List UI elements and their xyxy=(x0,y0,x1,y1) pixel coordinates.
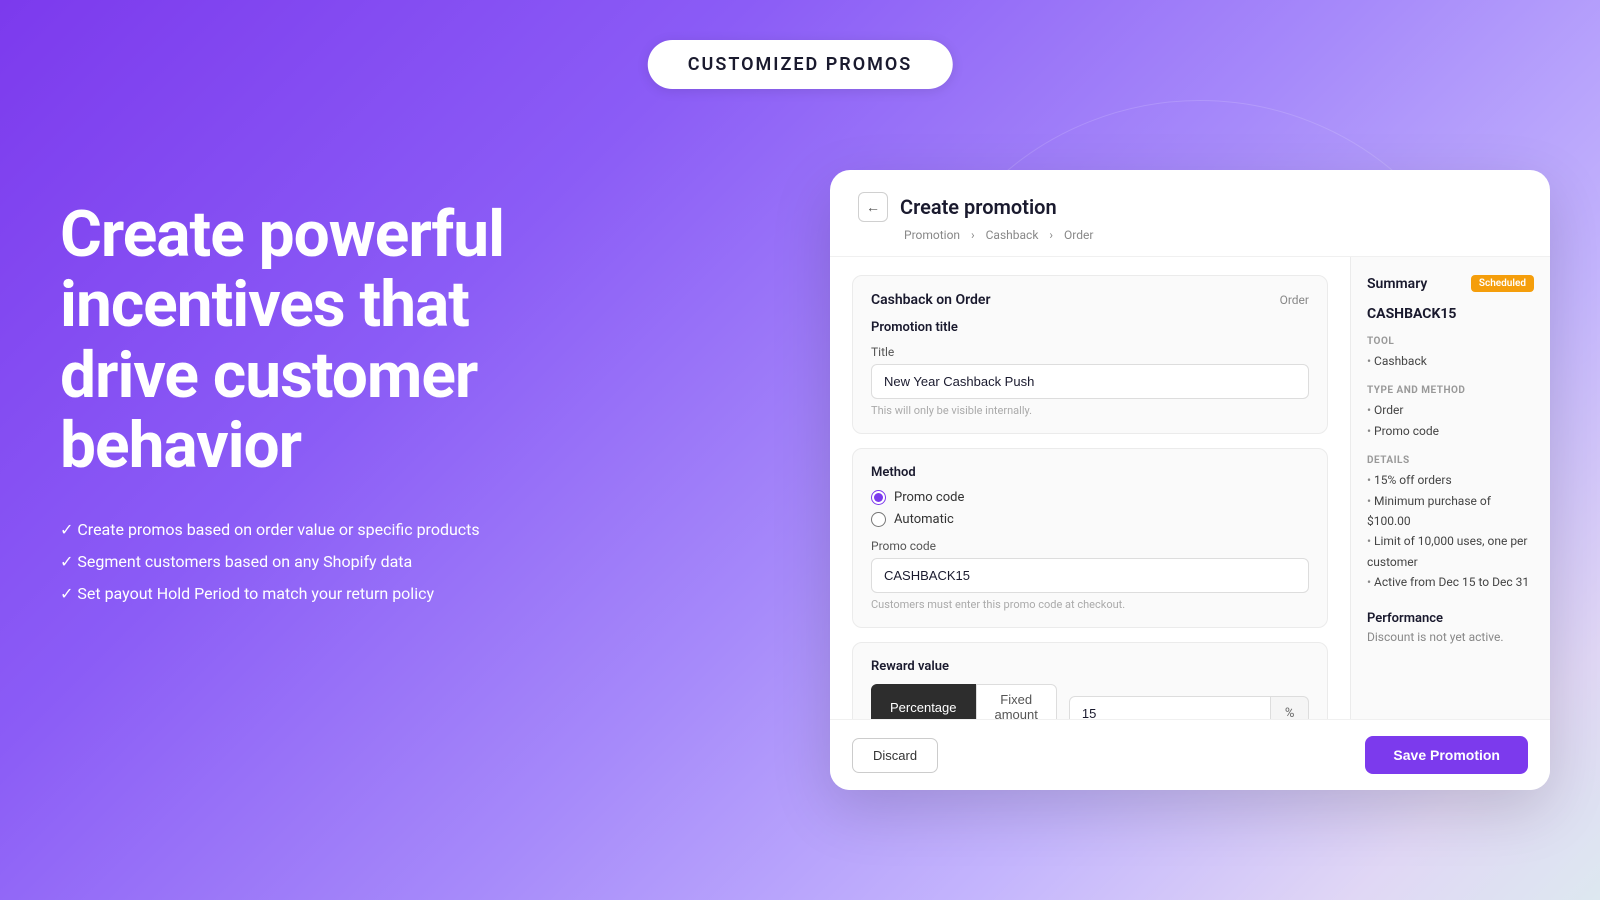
promo-code-label: Promo code xyxy=(871,539,1309,553)
summary-type-method-block: TYPE AND METHOD Order Promo code xyxy=(1367,385,1534,441)
performance-text: Discount is not yet active. xyxy=(1367,630,1534,644)
radio-promo-code[interactable]: Promo code xyxy=(871,490,1309,505)
hero-bullet-3: Set payout Hold Period to match your ret… xyxy=(60,578,620,610)
cashback-section-title: Cashback on Order xyxy=(871,292,991,308)
form-area: Cashback on Order Order Promotion title … xyxy=(830,257,1350,719)
summary-type-item-1: Promo code xyxy=(1367,421,1534,441)
summary-type-method-label: TYPE AND METHOD xyxy=(1367,385,1534,396)
reward-toggle-group: Percentage Fixed amount xyxy=(871,684,1057,719)
promo-code-input[interactable] xyxy=(871,558,1309,593)
promo-code-hint: Customers must enter this promo code at … xyxy=(871,598,1309,611)
card-title: Create promotion xyxy=(900,195,1057,219)
fixed-amount-toggle[interactable]: Fixed amount xyxy=(976,684,1057,719)
value-input-wrapper: % xyxy=(1069,696,1310,720)
breadcrumb-sep-1: › xyxy=(1049,228,1056,242)
hero-heading: Create powerful incentives that drive cu… xyxy=(60,200,620,482)
summary-type-item-0: Order xyxy=(1367,400,1534,420)
breadcrumb-item-1: Cashback xyxy=(986,228,1039,242)
radio-promo-code-input[interactable] xyxy=(871,490,886,505)
summary-details-item-1: Minimum purchase of $100.00 xyxy=(1367,491,1534,532)
radio-automatic-input[interactable] xyxy=(871,512,886,527)
hero-bullet-2: Segment customers based on any Shopify d… xyxy=(60,546,620,578)
radio-automatic-label: Automatic xyxy=(894,512,954,527)
back-icon: ← xyxy=(866,199,880,215)
method-section: Method Promo code Automatic Promo code C… xyxy=(852,448,1328,628)
promotion-title-label: Promotion title xyxy=(871,320,1309,335)
cashback-section: Cashback on Order Order Promotion title … xyxy=(852,275,1328,434)
top-badge: CUSTOMIZED PROMOS xyxy=(648,40,953,89)
title-input[interactable] xyxy=(871,364,1309,399)
breadcrumb-item-0: Promotion xyxy=(904,228,960,242)
radio-promo-code-label: Promo code xyxy=(894,490,964,505)
breadcrumb-item-2: Order xyxy=(1064,228,1093,242)
reward-section-title: Reward value xyxy=(871,659,1309,674)
method-section-title: Method xyxy=(871,465,1309,480)
performance-title: Performance xyxy=(1367,611,1534,626)
back-button[interactable]: ← xyxy=(858,192,888,222)
cashback-section-badge: Order xyxy=(1280,293,1309,307)
percentage-toggle[interactable]: Percentage xyxy=(871,684,976,719)
radio-automatic[interactable]: Automatic xyxy=(871,512,1309,527)
summary-tool-label: TOOL xyxy=(1367,336,1534,347)
hero-bullet-1: Create promos based on order value or sp… xyxy=(60,514,620,546)
summary-promo-name: CASHBACK15 xyxy=(1367,306,1534,322)
main-card: ← Create promotion Promotion › Cashback … xyxy=(830,170,1550,790)
scheduled-badge: Scheduled xyxy=(1471,275,1534,292)
card-header: ← Create promotion Promotion › Cashback … xyxy=(830,170,1550,257)
summary-details-item-3: Active from Dec 15 to Dec 31 xyxy=(1367,572,1534,592)
summary-details-label: DETAILS xyxy=(1367,455,1534,466)
summary-details-block: DETAILS 15% off orders Minimum purchase … xyxy=(1367,455,1534,592)
reward-value-suffix: % xyxy=(1271,696,1310,720)
hero-bullets: Create promos based on order value or sp… xyxy=(60,514,620,610)
breadcrumb-sep-0: › xyxy=(971,228,978,242)
summary-sidebar: Summary Scheduled CASHBACK15 TOOL Cashba… xyxy=(1350,257,1550,719)
breadcrumb: Promotion › Cashback › Order xyxy=(858,228,1522,242)
hero-section: Create powerful incentives that drive cu… xyxy=(60,200,620,610)
discard-button[interactable]: Discard xyxy=(852,738,938,773)
performance-section: Performance Discount is not yet active. xyxy=(1367,611,1534,644)
reward-section: Reward value Percentage Fixed amount % xyxy=(852,642,1328,719)
promotion-title-group: Promotion title Title This will only be … xyxy=(871,320,1309,417)
title-hint: This will only be visible internally. xyxy=(871,404,1309,417)
summary-header: Summary Scheduled xyxy=(1367,275,1534,292)
save-promotion-button[interactable]: Save Promotion xyxy=(1365,736,1528,774)
card-body: Cashback on Order Order Promotion title … xyxy=(830,257,1550,719)
summary-tool-item-0: Cashback xyxy=(1367,351,1534,371)
method-radio-group: Promo code Automatic xyxy=(871,490,1309,527)
badge-label: CUSTOMIZED PROMOS xyxy=(688,54,913,75)
summary-details-item-2: Limit of 10,000 uses, one per customer xyxy=(1367,531,1534,572)
summary-tool-block: TOOL Cashback xyxy=(1367,336,1534,371)
title-field-label: Title xyxy=(871,345,1309,359)
summary-title: Summary xyxy=(1367,276,1427,292)
reward-value-input[interactable] xyxy=(1069,696,1271,720)
card-footer: Discard Save Promotion xyxy=(830,719,1550,790)
summary-details-item-0: 15% off orders xyxy=(1367,470,1534,490)
